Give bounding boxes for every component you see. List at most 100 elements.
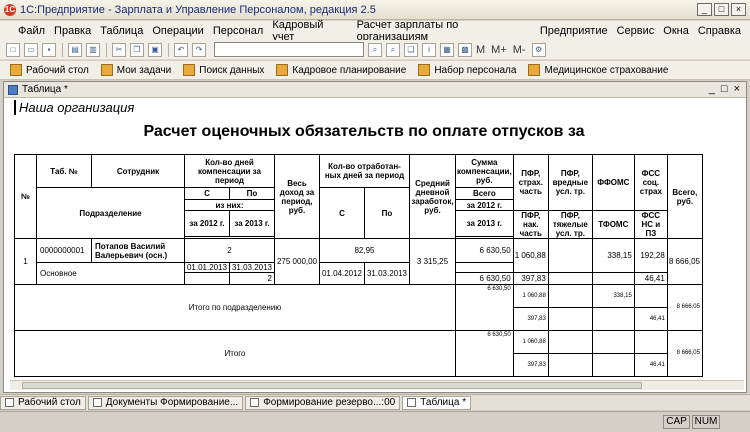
row-income: 275 000,00 [274, 238, 320, 285]
menu-edit[interactable]: Правка [54, 25, 91, 37]
copy-icon[interactable]: ❐ [130, 42, 144, 57]
dept-total-tfoms [591, 307, 635, 331]
task-table[interactable]: Таблица * [402, 395, 472, 410]
document-title: Таблица * [22, 84, 68, 95]
desktop-icon [10, 64, 22, 76]
document-icon [92, 398, 102, 407]
menu-hr[interactable]: Кадровый учет [272, 19, 347, 43]
row-ffoms: 338,15 [591, 238, 635, 273]
row-pfr-acc: 397,83 [512, 272, 549, 285]
doc-close-button[interactable]: × [734, 83, 740, 95]
task-desktop[interactable]: Рабочий стол [0, 395, 86, 410]
row-work-from: 01.04.2012 [319, 262, 365, 285]
tools-icon[interactable]: ⚙ [531, 42, 546, 57]
info-icon[interactable]: i [422, 42, 436, 57]
open-folder-icon[interactable]: ▭ [24, 42, 38, 57]
horizontal-scrollbar[interactable] [10, 380, 744, 390]
menu-file[interactable]: Файл [18, 25, 45, 37]
report-table: № Таб. № Сотрудник Кол-во дней компенсац… [14, 154, 703, 377]
row-comp-total: 6 630,50 [455, 238, 514, 263]
row-days-2013: 2 [229, 272, 275, 285]
undo-icon[interactable]: ↶ [174, 42, 188, 57]
nav-medical-insurance[interactable]: Медицинское страхование [528, 64, 668, 76]
num-lock-indicator: NUM [692, 415, 720, 429]
tasks-icon [100, 64, 113, 76]
menu-personnel[interactable]: Персонал [213, 25, 264, 37]
row-total-rub: 8 666,05 [666, 238, 703, 285]
header-pfr-acc: ПФР, нак. часть [512, 210, 549, 239]
menu-enterprise[interactable]: Предприятие [540, 25, 608, 37]
header-days-2012: за 2012 г. [184, 210, 230, 237]
new-document-icon[interactable]: □ [6, 42, 20, 57]
task-documents[interactable]: Документы Формирование... [87, 395, 244, 410]
header-avg-earnings: Средний дневной заработок, руб. [409, 154, 456, 239]
dept-total-sum: 8 666,05 [666, 284, 703, 331]
doc-maximize-button[interactable]: □ [721, 83, 728, 95]
header-to: По [229, 187, 275, 200]
preview-icon[interactable]: ▥ [86, 42, 100, 57]
memory-plus-button[interactable]: M+ [491, 44, 507, 56]
menu-help[interactable]: Справка [698, 25, 741, 37]
menu-operations[interactable]: Операции [152, 25, 203, 37]
header-ffoms: ФФОМС [591, 154, 635, 211]
cut-icon[interactable]: ✂ [112, 42, 126, 57]
navigation-panel: Рабочий стол Мои задачи Поиск данных Кад… [0, 61, 750, 80]
find-next-icon[interactable]: ⌕ [386, 42, 400, 57]
minimize-button[interactable]: _ [697, 3, 712, 16]
caps-lock-indicator: CAP [663, 415, 690, 429]
header-of-them: из них: [184, 199, 275, 211]
nav-data-search[interactable]: Поиск данных [183, 64, 264, 76]
row-num: 1 [14, 238, 37, 285]
header-from: С [184, 187, 230, 200]
memory-button[interactable]: M [476, 44, 485, 56]
dept-total-fss-ns: 46,41 [633, 307, 668, 331]
scrollbar-thumb[interactable] [22, 382, 642, 389]
nav-hr-planning[interactable]: Кадровое планирование [276, 64, 406, 76]
close-button[interactable]: × [731, 3, 746, 16]
find-icon[interactable]: ⌕ [368, 42, 382, 57]
row-pfr-ins: 1 060,88 [512, 238, 549, 273]
header-dept: Подразделение [36, 187, 185, 239]
calculator-icon[interactable]: ▩ [458, 42, 472, 57]
menu-bar: Файл Правка Таблица Операции Персонал Ка… [0, 19, 750, 43]
print-icon[interactable]: ▤ [68, 42, 82, 57]
memory-minus-button[interactable]: M- [513, 44, 526, 56]
dept-total-pfr-harm [547, 284, 593, 308]
task-reserve[interactable]: Формирование резерво...:00 [245, 395, 401, 410]
row-date-to: 31.03.2013 [229, 262, 275, 273]
menu-table[interactable]: Таблица [100, 25, 143, 37]
title-bar: 1С 1С:Предприятие - Зарплата и Управлени… [0, 0, 750, 20]
paste-icon[interactable]: ▣ [148, 42, 162, 57]
row-fss-ns: 46,41 [633, 272, 668, 285]
reference-icon[interactable]: ❏ [404, 42, 418, 57]
table-doc-icon [8, 84, 18, 95]
dept-total-ffoms: 338,15 [591, 284, 635, 308]
header-comp-sum: Сумма компенсации, руб. [455, 154, 514, 188]
maximize-button[interactable]: □ [714, 3, 729, 16]
report-title: Расчет оценочных обязательств по оплате … [143, 123, 585, 140]
row-worked-days: 82,95 [319, 238, 410, 263]
row-days-2012 [184, 272, 230, 285]
menu-service[interactable]: Сервис [617, 25, 655, 37]
redo-icon[interactable]: ↷ [192, 42, 206, 57]
grand-total-pfr-harm [547, 330, 593, 354]
doc-minimize-button[interactable]: _ [709, 83, 715, 95]
nav-my-tasks[interactable]: Мои задачи [100, 64, 171, 76]
menu-payroll[interactable]: Расчет зарплаты по организациям [357, 19, 531, 43]
nav-desktop[interactable]: Рабочий стол [10, 64, 89, 76]
header-worked-from: С [319, 187, 365, 239]
header-fss: ФСС соц. страх [633, 154, 668, 211]
row-pfr-harm [547, 238, 593, 273]
row-avg: 3 315,25 [409, 238, 456, 285]
search-combo[interactable] [214, 42, 364, 57]
save-icon[interactable]: ▪ [42, 42, 56, 57]
header-worked-days: Кол-во отработан-ных дней за период [319, 154, 410, 188]
header-num: № [14, 154, 37, 239]
menu-windows[interactable]: Окна [663, 25, 689, 37]
header-worked-to: По [364, 187, 410, 239]
calendar-icon[interactable]: ▦ [440, 42, 454, 57]
nav-recruitment[interactable]: Набор персонала [418, 64, 516, 76]
document-icon [250, 398, 260, 407]
header-pfr-harm: ПФР, вредные усл. тр. [547, 154, 593, 211]
row-comp-2013: 6 630,50 [455, 272, 514, 285]
